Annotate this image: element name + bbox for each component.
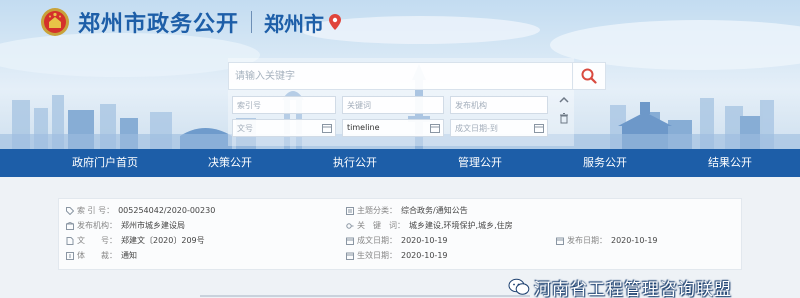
tag-icon <box>66 206 74 215</box>
type-icon <box>66 251 74 260</box>
search-box <box>228 62 574 90</box>
main-nav: 政府门户首页 决策公开 执行公开 管理公开 服务公开 结果公开 <box>0 149 800 177</box>
document-icon <box>66 236 74 245</box>
meta-doc-no: 文 号： 郑建文〔2020〕209号 <box>66 235 205 246</box>
doc-no-field[interactable] <box>232 119 336 137</box>
nav-item-execution[interactable]: 执行公开 <box>333 149 377 177</box>
nav-item-result[interactable]: 结果公开 <box>708 149 752 177</box>
search-icon <box>581 68 597 84</box>
nav-item-decision[interactable]: 决策公开 <box>208 149 252 177</box>
calendar-icon <box>556 237 564 245</box>
city-name[interactable]: 郑州市 <box>264 8 324 37</box>
meta-index-no: 索 引 号： 005254042/2020-00230 <box>66 205 215 216</box>
location-pin-icon[interactable] <box>329 14 342 30</box>
collapse-chevron-icon[interactable] <box>558 94 570 106</box>
topic-icon <box>346 206 354 215</box>
meta-topic: 主题分类： 综合政务/通知公告 <box>346 205 468 216</box>
meta-keywords: 关 键 词： 城乡建设,环境保护,城乡,住房 <box>346 220 513 231</box>
timeline-field[interactable]: timeline <box>342 119 444 137</box>
nav-item-service[interactable]: 服务公开 <box>583 149 627 177</box>
search-button[interactable] <box>572 62 606 90</box>
meta-written-date: 成文日期： 2020-10-19 <box>346 235 448 246</box>
title-divider <box>251 11 253 33</box>
publisher-icon <box>66 221 74 230</box>
national-emblem-icon <box>41 8 69 36</box>
calendar-icon <box>346 252 354 260</box>
search-input[interactable] <box>229 63 569 89</box>
index-no-field[interactable] <box>232 96 336 114</box>
publisher-field[interactable] <box>450 96 548 114</box>
meta-publish-date: 发布日期： 2020-10-19 <box>556 235 658 246</box>
site-brand[interactable]: 郑州市政务公开 郑州市 <box>40 4 342 40</box>
nav-item-home[interactable]: 政府门户首页 <box>72 149 138 177</box>
calendar-icon <box>346 237 354 245</box>
calendar-icon[interactable] <box>322 123 332 133</box>
trash-icon[interactable] <box>558 112 570 124</box>
calendar-icon[interactable] <box>534 123 544 133</box>
keyword-field[interactable] <box>342 96 444 114</box>
keyword-icon <box>346 222 354 229</box>
meta-doc-type: 体 裁： 通知 <box>66 250 137 261</box>
divider <box>200 295 530 297</box>
nav-item-management[interactable]: 管理公开 <box>458 149 502 177</box>
timeline-value: timeline <box>347 123 380 132</box>
calendar-icon[interactable] <box>430 123 440 133</box>
wechat-icon <box>508 278 530 295</box>
wechat-watermark: 河南省工程管理咨询联盟 <box>508 276 732 298</box>
meta-effective-date: 生效日期： 2020-10-19 <box>346 250 448 261</box>
meta-publisher: 发布机构： 郑州市城乡建设局 <box>66 220 185 231</box>
watermark-text: 河南省工程管理咨询联盟 <box>534 279 732 298</box>
site-title: 郑州市政务公开 <box>78 12 240 37</box>
